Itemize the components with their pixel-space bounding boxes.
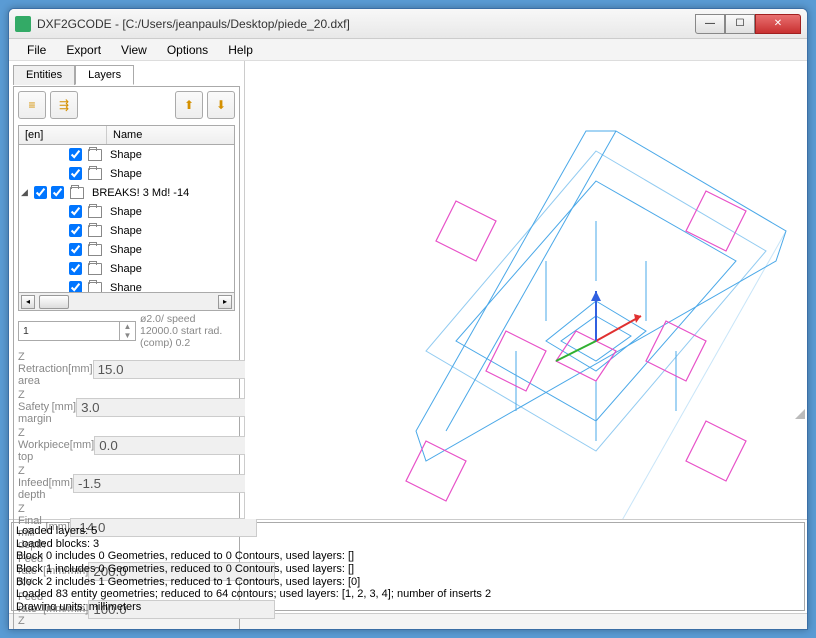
folder-icon	[88, 225, 102, 237]
layer-checkbox[interactable]	[69, 281, 82, 293]
tree-header-name[interactable]: Name	[107, 126, 234, 144]
param-label: Z Workpiece top	[18, 427, 70, 463]
layer-checkbox[interactable]	[34, 186, 47, 199]
content-area: Entities Layers ≡ ⇶ ⬆ ⬇ [en] Name Shape	[9, 61, 807, 519]
layer-checkbox2[interactable]	[51, 186, 64, 199]
tool-spinner[interactable]: 1	[18, 321, 120, 341]
close-button[interactable]: ✕	[755, 14, 801, 34]
layer-checkbox[interactable]	[69, 243, 82, 256]
tab-layers[interactable]: Layers	[75, 65, 134, 85]
log-line: Block 1 includes 0 Geometries, reduced t…	[16, 563, 800, 576]
log-line: Block 2 includes 1 Geometries, reduced t…	[16, 576, 800, 589]
titlebar[interactable]: DXF2GCODE - [C:/Users/jeanpauls/Desktop/…	[9, 9, 807, 39]
drawing-canvas[interactable]	[245, 61, 807, 519]
folder-icon	[88, 244, 102, 256]
menu-view[interactable]: View	[111, 41, 157, 59]
folder-icon	[70, 187, 84, 199]
menu-export[interactable]: Export	[56, 41, 111, 59]
param-label: Z Infeed depth	[18, 465, 49, 501]
param-input[interactable]	[73, 474, 260, 493]
tree-header: [en] Name	[18, 125, 235, 145]
tree-horizontal-scrollbar[interactable]: ◂ ▸	[18, 293, 235, 311]
app-icon	[15, 16, 31, 32]
tree-row[interactable]: Shape	[19, 259, 234, 278]
tree-row[interactable]: Shape	[19, 145, 234, 164]
layer-checkbox[interactable]	[69, 224, 82, 237]
param-row: Z Workpiece top [mm]	[18, 427, 235, 463]
param-unit: [mm]	[70, 439, 94, 451]
resize-grip-icon[interactable]	[793, 407, 805, 419]
log-line: Drawing units: millimeters	[16, 601, 800, 611]
param-row: Z Retraction area [mm]	[18, 351, 235, 387]
param-unit: [mm]	[68, 363, 92, 375]
tree-row[interactable]: Shape	[19, 164, 234, 183]
tree-header-en[interactable]: [en]	[19, 126, 107, 144]
tool-spinner-buttons[interactable]: ▲▼	[120, 321, 136, 341]
param-label: Z Retraction area	[18, 351, 68, 387]
layer-checkbox[interactable]	[69, 148, 82, 161]
folder-icon	[88, 168, 102, 180]
layer-checkbox[interactable]	[69, 205, 82, 218]
tree-row-label: Shape	[110, 244, 142, 256]
tree-row[interactable]: Shape	[19, 202, 234, 221]
tool-info-text: ø2.0/ speed 12000.0 start rad. (comp) 0.…	[140, 313, 235, 349]
folder-icon	[88, 282, 102, 294]
menu-file[interactable]: File	[17, 41, 56, 59]
log-line: Block 0 includes 0 Geometries, reduced t…	[16, 550, 800, 563]
expander-icon[interactable]: ◢	[21, 187, 32, 198]
tree-row[interactable]: Shane	[19, 278, 234, 293]
expand-all-button[interactable]: ⇶	[50, 91, 78, 119]
menu-help[interactable]: Help	[218, 41, 263, 59]
main-window: DXF2GCODE - [C:/Users/jeanpauls/Desktop/…	[8, 8, 808, 630]
tree-row[interactable]: Shape	[19, 240, 234, 259]
param-label: Z Safety margin	[18, 389, 52, 425]
tab-entities[interactable]: Entities	[13, 65, 75, 85]
folder-icon	[88, 263, 102, 275]
tree-row-label: Shape	[110, 225, 142, 237]
tree-row-label: Shape	[110, 263, 142, 275]
tree-row-label: Shane	[110, 282, 142, 294]
tree-row-label: Shape	[110, 149, 142, 161]
maximize-button[interactable]: ☐	[725, 14, 755, 34]
param-input[interactable]	[70, 518, 257, 537]
tree-row-label: Shape	[110, 206, 142, 218]
layer-checkbox[interactable]	[69, 262, 82, 275]
param-row: Z Safety margin [mm]	[18, 389, 235, 425]
window-title: DXF2GCODE - [C:/Users/jeanpauls/Desktop/…	[37, 17, 695, 31]
scroll-thumb[interactable]	[39, 295, 69, 309]
layer-checkbox[interactable]	[69, 167, 82, 180]
left-panel: Entities Layers ≡ ⇶ ⬆ ⬇ [en] Name Shape	[9, 61, 245, 519]
folder-icon	[88, 149, 102, 161]
scroll-right-arrow[interactable]: ▸	[218, 295, 232, 309]
menu-options[interactable]: Options	[157, 41, 218, 59]
move-down-button[interactable]: ⬇	[207, 91, 235, 119]
move-up-button[interactable]: ⬆	[175, 91, 203, 119]
param-row: Z Infeed depth [mm]	[18, 465, 235, 501]
layer-tree[interactable]: Shape Shape ◢ BREAKS! 3 Md! -14 Shape Sha…	[18, 145, 235, 293]
collapse-all-button[interactable]: ≡	[18, 91, 46, 119]
menubar: File Export View Options Help	[9, 39, 807, 61]
param-unit: [mm]	[49, 477, 73, 489]
param-input[interactable]	[76, 398, 263, 417]
tree-row-label: BREAKS! 3 Md! -14	[92, 187, 189, 199]
param-unit: [mm]	[52, 401, 76, 413]
tree-row[interactable]: ◢ BREAKS! 3 Md! -14	[19, 183, 234, 202]
tree-row-label: Shape	[110, 168, 142, 180]
folder-icon	[88, 206, 102, 218]
scroll-left-arrow[interactable]: ◂	[21, 295, 35, 309]
minimize-button[interactable]: —	[695, 14, 725, 34]
log-line: Loaded 83 entity geometries; reduced to …	[16, 588, 800, 601]
tree-row[interactable]: Shape	[19, 221, 234, 240]
